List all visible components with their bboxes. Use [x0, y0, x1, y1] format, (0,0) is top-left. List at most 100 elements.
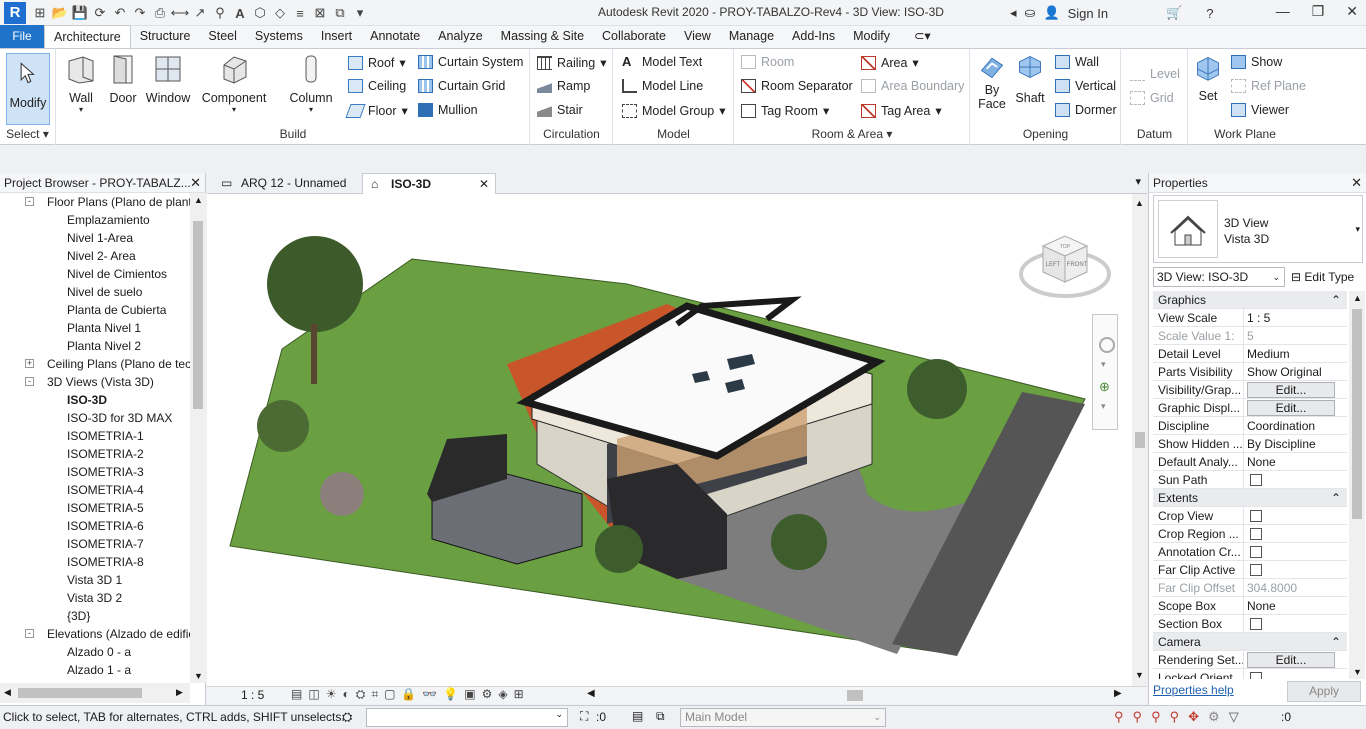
props-scroll-up-icon[interactable]: ▲ — [1353, 293, 1362, 303]
tab-massing-site[interactable]: Massing & Site — [492, 25, 593, 48]
show-workplane-button[interactable]: Show — [1231, 55, 1282, 69]
property-checkbox[interactable] — [1250, 618, 1262, 630]
apply-button[interactable]: Apply — [1287, 681, 1361, 702]
ribbon-toggle-icon[interactable]: ⊂▾ — [905, 25, 940, 48]
tab-collaborate[interactable]: Collaborate — [593, 25, 675, 48]
customize-qat-icon[interactable]: ▾ — [350, 5, 370, 21]
background-process-icon[interactable]: ⚙ — [1208, 709, 1220, 725]
property-edit-cell[interactable]: Edit... — [1244, 381, 1347, 398]
home-icon[interactable]: ⊞ — [30, 5, 50, 21]
property-edit-button[interactable]: Edit... — [1247, 652, 1335, 668]
browser-scroll-thumb[interactable] — [193, 221, 203, 409]
redo-icon[interactable]: ↷ — [130, 5, 150, 21]
browser-view-item[interactable]: ISO-3D — [0, 391, 190, 409]
tab-structure[interactable]: Structure — [131, 25, 200, 48]
crop-view-icon[interactable]: ⌗ — [371, 687, 378, 702]
canvas-scroll-down-icon[interactable]: ▼ — [1135, 670, 1144, 680]
property-group-header[interactable]: Graphics ⌃ — [1153, 291, 1347, 309]
canvas-scroll-up-icon[interactable]: ▲ — [1135, 198, 1144, 208]
curtain-system-button[interactable]: Curtain System — [418, 55, 523, 69]
room-button[interactable]: Room — [741, 55, 794, 69]
vertical-opening-button[interactable]: Vertical — [1055, 79, 1116, 93]
sun-path-icon[interactable]: ☀ — [326, 687, 337, 702]
worksets-icon[interactable]: ⛭ — [342, 709, 352, 725]
highlight-icon[interactable]: ◈ — [498, 687, 507, 702]
browser-view-item[interactable]: ISOMETRIA-3 — [0, 463, 190, 481]
select-pinned-icon[interactable]: ⚲ — [1151, 709, 1161, 725]
property-checkbox[interactable] — [1250, 546, 1262, 558]
area-button[interactable]: Area ▾ — [861, 55, 919, 70]
view-tab-iso3d[interactable]: ⌂ ISO-3D ✕ — [362, 173, 496, 194]
filter-icon[interactable]: ▽ — [1229, 709, 1239, 725]
by-face-button[interactable]: By Face — [975, 53, 1009, 111]
property-value[interactable]: 1 : 5 — [1244, 309, 1347, 326]
visual-style-icon[interactable]: ◫ — [308, 687, 319, 702]
browser-view-item[interactable]: ISOMETRIA-7 — [0, 535, 190, 553]
close-icon[interactable]: ✕ — [1346, 3, 1358, 20]
tab-insert[interactable]: Insert — [312, 25, 361, 48]
properties-scrollbar[interactable]: ▲ ▼ — [1349, 291, 1365, 679]
scroll-up-icon[interactable]: ▲ — [194, 195, 203, 205]
steering-menu-icon[interactable]: ▾ — [1101, 359, 1106, 370]
drag-elements-icon[interactable]: ✥ — [1188, 709, 1199, 725]
undo-icon[interactable]: ↶ — [110, 5, 130, 21]
browser-view-item[interactable]: ISO-3D for 3D MAX — [0, 409, 190, 427]
property-checkbox-cell[interactable] — [1244, 507, 1347, 524]
ceiling-button[interactable]: Ceiling — [348, 79, 406, 93]
viewcube[interactable]: TOP LEFT FRONT — [1019, 226, 1111, 304]
wall-button[interactable]: Wall ▾ — [63, 53, 99, 114]
model-group-button[interactable]: Model Group ▾ — [622, 103, 726, 118]
property-value[interactable]: None — [1244, 453, 1347, 470]
view-scale[interactable]: 1 : 5 — [241, 688, 264, 702]
panel-label-select[interactable]: Select ▾ — [0, 127, 55, 141]
property-value[interactable]: 304.8000 — [1244, 579, 1347, 596]
browser-view-item[interactable]: {3D} — [0, 607, 190, 625]
component-button[interactable]: Component ▾ — [199, 53, 269, 114]
floor-button[interactable]: Floor ▾ — [345, 103, 408, 118]
browser-view-item[interactable]: Planta de Cubierta — [0, 301, 190, 319]
open-icon[interactable]: 📂 — [50, 5, 70, 21]
ref-plane-button[interactable]: Ref Plane — [1231, 79, 1306, 93]
property-value[interactable]: 5 — [1244, 327, 1347, 344]
minimize-icon[interactable]: — — [1276, 3, 1290, 20]
tag-icon[interactable]: ⚲ — [210, 5, 230, 21]
canvas-hscroll-thumb[interactable] — [847, 690, 863, 701]
property-checkbox-cell[interactable] — [1244, 471, 1347, 488]
active-design-icon[interactable]: ⧉ — [656, 709, 665, 724]
scroll-down-icon[interactable]: ▼ — [194, 671, 203, 681]
browser-view-item[interactable]: Nivel de suelo — [0, 283, 190, 301]
design-option-dropdown[interactable]: Main Model ⌄ — [680, 708, 886, 727]
type-dropdown-icon[interactable]: ▾ — [1355, 224, 1360, 235]
browser-view-item[interactable]: Vista 3D 2 — [0, 589, 190, 607]
property-checkbox-cell[interactable] — [1244, 525, 1347, 542]
wall-opening-button[interactable]: Wall — [1055, 55, 1099, 69]
area-boundary-button[interactable]: Area Boundary — [861, 79, 964, 93]
property-group-header[interactable]: Camera ⌃ — [1153, 633, 1347, 651]
shadows-icon[interactable]: ◐ — [342, 687, 349, 702]
design-option-dropdown-icon[interactable]: ⌄ — [873, 709, 881, 726]
browser-vertical-scrollbar[interactable]: ▲ ▼ — [190, 193, 206, 683]
property-checkbox-cell[interactable] — [1244, 615, 1347, 632]
door-button[interactable]: Door — [105, 53, 141, 105]
railing-button[interactable]: Railing ▾ — [537, 55, 607, 70]
properties-help-link[interactable]: Properties help — [1153, 683, 1234, 697]
grid-button[interactable]: Grid — [1130, 91, 1174, 105]
ramp-button[interactable]: Ramp — [537, 79, 590, 93]
dormer-button[interactable]: Dormer — [1055, 103, 1117, 117]
design-options-icon[interactable]: ▤ — [632, 709, 643, 723]
browser-category[interactable]: - Floor Plans (Plano de plant — [0, 193, 190, 211]
select-underlay-icon[interactable]: ⚲ — [1133, 709, 1143, 725]
tag-area-button[interactable]: Tag Area ▾ — [861, 103, 942, 118]
scroll-right-icon[interactable]: ▶ — [176, 687, 183, 698]
property-value[interactable]: Show Original — [1244, 363, 1347, 380]
3d-view-canvas[interactable]: TOP LEFT FRONT ▾ ⊕ ▾ ▲ ▼ — [207, 194, 1147, 686]
modify-button[interactable]: Modify — [6, 53, 50, 125]
browser-view-item[interactable]: ISOMETRIA-8 — [0, 553, 190, 571]
set-button[interactable]: Set — [1193, 53, 1223, 103]
tab-manage[interactable]: Manage — [720, 25, 783, 48]
property-value[interactable]: None — [1244, 597, 1347, 614]
app-logo[interactable]: R — [4, 2, 26, 24]
print-icon[interactable]: ⎙ — [150, 5, 170, 21]
zoom-menu-icon[interactable]: ▾ — [1101, 401, 1106, 412]
browser-category[interactable]: - 3D Views (Vista 3D) — [0, 373, 190, 391]
